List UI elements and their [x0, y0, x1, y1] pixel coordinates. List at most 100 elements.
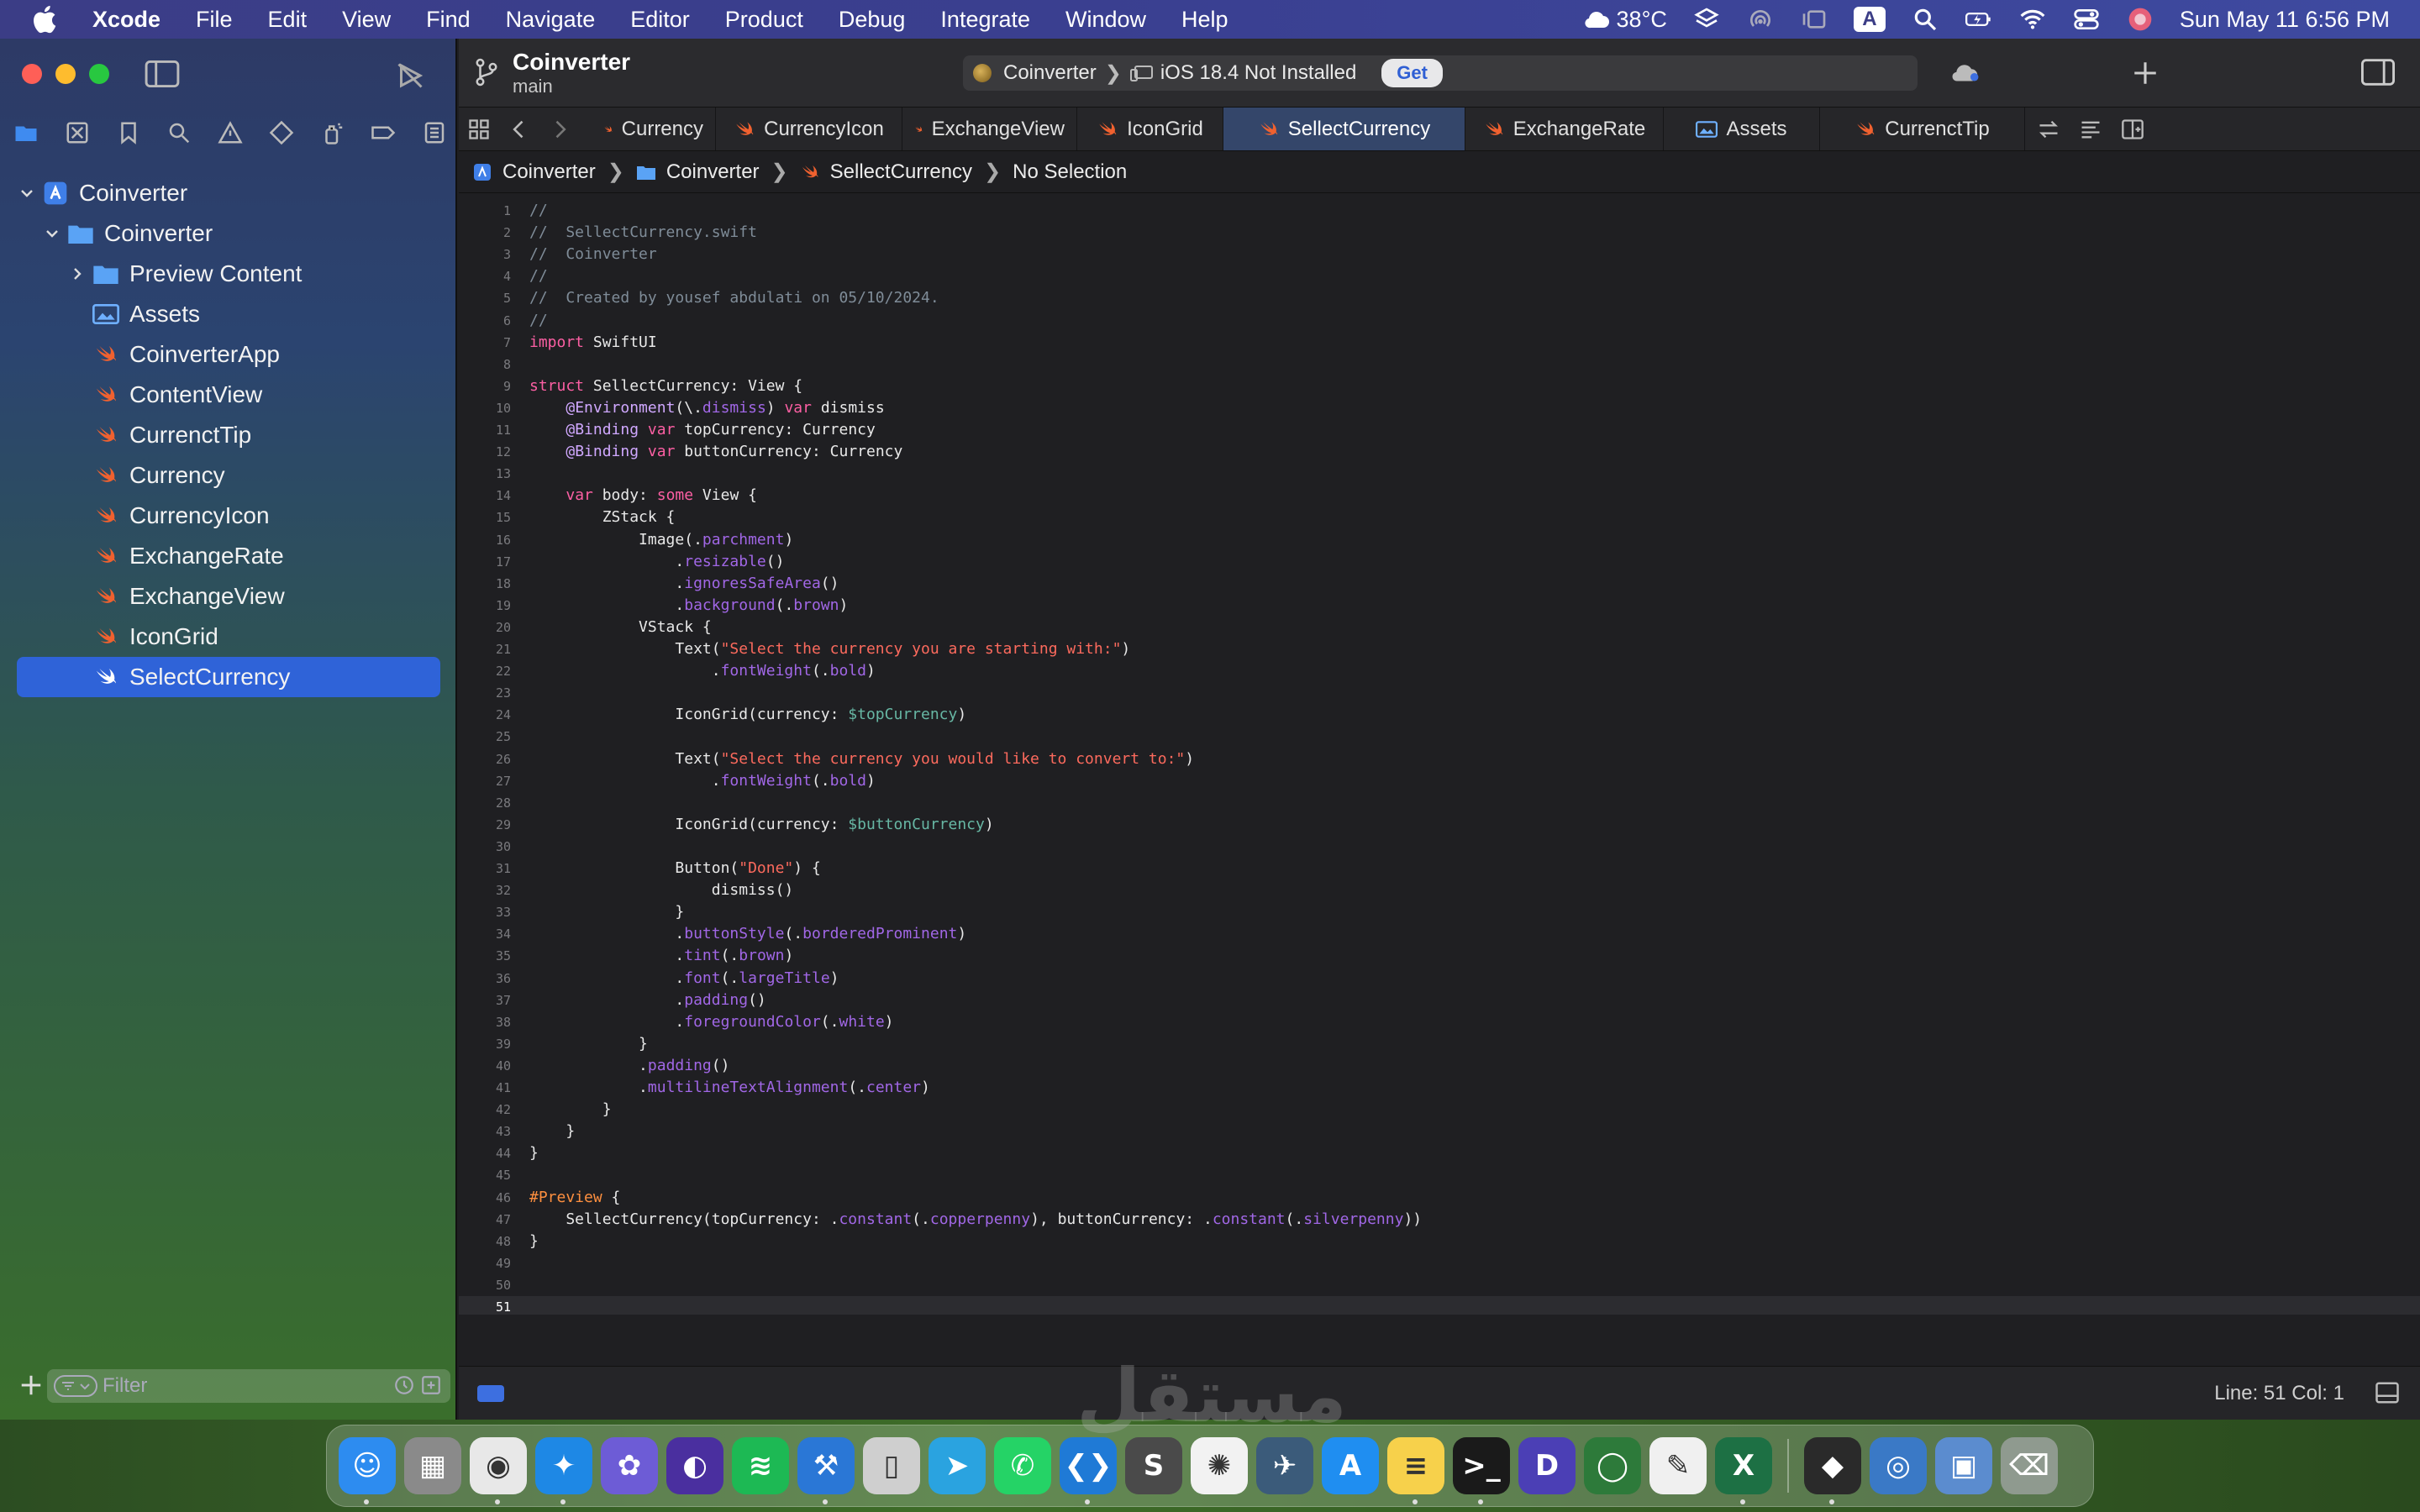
line-number[interactable]: 13 [459, 466, 511, 481]
spotify-icon[interactable]: ≋ [732, 1437, 789, 1494]
line-number[interactable]: 17 [459, 554, 511, 570]
menubar-clock[interactable]: Sun May 11 6:56 PM [2180, 7, 2390, 33]
terminal-icon[interactable]: >_ [1453, 1437, 1510, 1504]
tree-row-project[interactable]: Coinverter [0, 173, 457, 213]
jump-bar-selection[interactable]: No Selection [1013, 160, 1127, 184]
code-line[interactable]: // [529, 312, 548, 329]
tree-row-swift-file[interactable]: ExchangeView [0, 576, 457, 617]
code-line[interactable]: } [529, 1122, 575, 1140]
code-line[interactable]: .padding() [529, 991, 765, 1009]
tree-row-assets[interactable]: Assets [0, 294, 457, 334]
cube-app-icon[interactable]: ◆ [1804, 1437, 1861, 1504]
code-line[interactable]: .buttonStyle(.borderedProminent) [529, 925, 966, 942]
tab-assets[interactable]: Assets [1664, 108, 1820, 150]
code-line[interactable]: .fontWeight(.bold) [529, 662, 876, 680]
line-number[interactable]: 29 [459, 817, 511, 832]
line-number[interactable]: 26 [459, 752, 511, 767]
line-number[interactable]: 30 [459, 839, 511, 854]
tree-row-swift-file[interactable]: CoinverterApp [0, 334, 457, 375]
line-number[interactable]: 12 [459, 444, 511, 459]
back-arrow-icon[interactable] [508, 118, 531, 141]
report-navigator-tab[interactable] [420, 118, 449, 147]
lasso-icon[interactable]: ◯ [1584, 1437, 1641, 1494]
whatsapp-icon[interactable]: ✆ [994, 1437, 1051, 1494]
scm-filter-icon[interactable] [420, 1374, 442, 1396]
line-number[interactable]: 16 [459, 533, 511, 548]
line-number[interactable]: 11 [459, 423, 511, 438]
textedit-icon[interactable]: ✎ [1649, 1437, 1707, 1494]
menu-navigate[interactable]: Navigate [506, 7, 596, 33]
line-number[interactable]: 7 [459, 335, 511, 350]
code-line[interactable]: IconGrid(currency: $buttonCurrency) [529, 816, 993, 833]
line-number[interactable]: 45 [459, 1168, 511, 1183]
branch-name[interactable]: main [513, 76, 553, 97]
tab-icongrid[interactable]: IconGrid [1077, 108, 1223, 150]
chevron-down-icon[interactable] [44, 225, 60, 242]
menu-editor[interactable]: Editor [630, 7, 690, 33]
line-number[interactable]: 4 [459, 269, 511, 284]
line-number[interactable]: 28 [459, 795, 511, 811]
siri-icon[interactable] [2126, 5, 2154, 34]
code-line[interactable]: // Created by yousef abdulati on 05/10/2… [529, 289, 939, 307]
configurator-icon[interactable]: ▯ [863, 1437, 920, 1494]
notes-icon[interactable]: ≡ [1387, 1437, 1444, 1504]
line-number[interactable]: 5 [459, 291, 511, 306]
apple-logo-icon[interactable] [30, 3, 62, 35]
finder-icon[interactable]: ☺ [339, 1437, 396, 1504]
line-number[interactable]: 10 [459, 401, 511, 416]
add-file-icon[interactable] [18, 1373, 44, 1398]
layers-icon[interactable] [1692, 5, 1721, 34]
scheme-name[interactable]: Coinverter [1003, 61, 1097, 85]
launchpad-icon[interactable]: ▦ [404, 1437, 461, 1494]
menu-view[interactable]: View [342, 7, 391, 33]
destination-name[interactable]: iOS 18.4 Not Installed [1160, 61, 1356, 85]
safari-icon[interactable]: ✦ [535, 1437, 592, 1504]
tab-sellectcurrency[interactable]: SellectCurrency [1223, 108, 1465, 150]
tree-row-swift-file[interactable]: CurrencyIcon [0, 496, 457, 536]
source-editor[interactable]: 1 // 2 // SellectCurrency.swift 3 // Coinvert… [459, 193, 2420, 1366]
line-number[interactable]: 40 [459, 1058, 511, 1074]
recent-files-icon[interactable] [393, 1374, 415, 1396]
code-line[interactable]: } [529, 1100, 612, 1118]
code-line[interactable]: .fontWeight(.bold) [529, 772, 876, 790]
tab-currencttip[interactable]: CurrenctTip [1820, 108, 2025, 150]
creative-app-icon[interactable]: ✿ [601, 1437, 658, 1494]
line-number[interactable]: 36 [459, 971, 511, 986]
menu-debug[interactable]: Debug [839, 7, 906, 33]
get-platform-button[interactable]: Get [1381, 59, 1443, 87]
code-line[interactable]: Image(.parchment) [529, 531, 793, 549]
code-line[interactable]: .padding() [529, 1057, 729, 1074]
code-line[interactable]: struct SellectCurrency: View { [529, 377, 802, 395]
trash-icon[interactable]: ⌫ [2001, 1437, 2058, 1494]
image-viewer-icon[interactable]: ▣ [1935, 1437, 1992, 1494]
line-number[interactable]: 42 [459, 1102, 511, 1117]
tree-row-swift-file[interactable]: IconGrid [0, 617, 457, 657]
menu-find[interactable]: Find [426, 7, 471, 33]
code-line[interactable]: .resizable() [529, 553, 784, 570]
line-number[interactable]: 22 [459, 664, 511, 679]
project-title[interactable]: Coinverter [513, 49, 630, 76]
close-window-button[interactable] [22, 64, 42, 84]
library-add-icon[interactable] [2131, 59, 2160, 87]
line-number[interactable]: 27 [459, 774, 511, 789]
tree-row-swift-file[interactable]: ContentView [0, 375, 457, 415]
control-center-icon[interactable] [2072, 5, 2101, 34]
code-line[interactable]: @Binding var topCurrency: Currency [529, 421, 875, 438]
line-number[interactable]: 43 [459, 1124, 511, 1139]
toggle-navigator-icon[interactable] [145, 60, 180, 87]
line-number[interactable]: 14 [459, 488, 511, 503]
line-number[interactable]: 44 [459, 1146, 511, 1161]
menu-product[interactable]: Product [725, 7, 803, 33]
line-number[interactable]: 24 [459, 707, 511, 722]
code-line[interactable]: .ignoresSafeArea() [529, 575, 839, 592]
line-number[interactable]: 31 [459, 861, 511, 876]
line-number[interactable]: 37 [459, 993, 511, 1008]
code-line[interactable]: .background(.brown) [529, 596, 848, 614]
preview-icon[interactable]: ◎ [1870, 1437, 1927, 1494]
line-number[interactable]: 46 [459, 1190, 511, 1205]
code-line[interactable]: var body: some View { [529, 486, 757, 504]
line-number[interactable]: 23 [459, 685, 511, 701]
debug-navigator-tab[interactable] [318, 118, 347, 147]
spotlight-search-icon[interactable] [1911, 5, 1939, 34]
firefox-icon[interactable]: ◐ [666, 1437, 723, 1494]
